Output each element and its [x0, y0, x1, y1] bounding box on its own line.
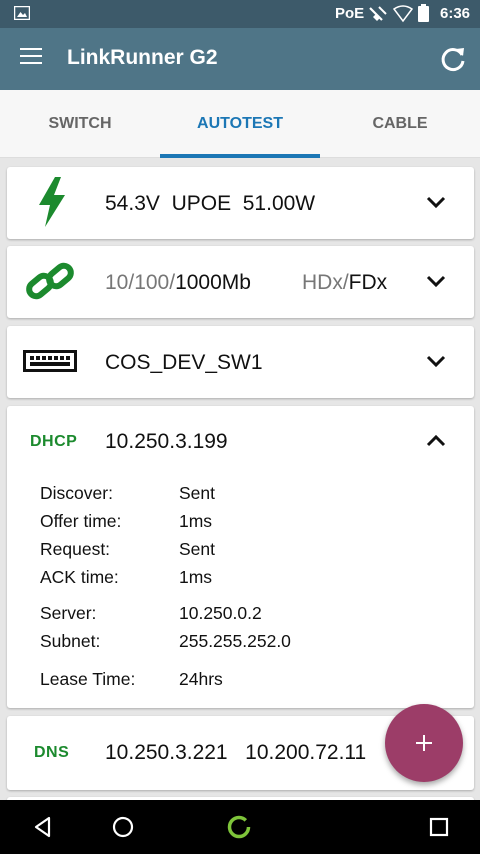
link-duplex-active: FDx	[348, 271, 388, 294]
chevron-down-icon[interactable]	[425, 273, 447, 289]
dhcp-row-subnet: Subnet: 255.255.252.0	[40, 631, 291, 651]
poe-wattage: 51.00W	[242, 192, 316, 215]
active-tab-indicator	[160, 154, 320, 158]
dns-servers: 10.250.3.221 10.200.72.11	[105, 741, 366, 765]
chevron-down-icon[interactable]	[425, 353, 447, 369]
chevron-up-icon[interactable]	[425, 433, 447, 449]
poe-class: UPOE	[171, 192, 232, 215]
add-button[interactable]	[385, 704, 463, 782]
tab-autotest[interactable]: AUTOTEST	[160, 90, 320, 158]
switch-name: COS_DEV_SW1	[105, 351, 263, 374]
link-speeds-available: 10/100/	[105, 271, 176, 294]
dhcp-row-server: Server: 10.250.0.2	[40, 603, 262, 623]
tab-switch[interactable]: SWITCH	[0, 90, 160, 158]
refresh-icon[interactable]	[438, 44, 468, 74]
poe-summary: 54.3V UPOE 51.00W	[105, 192, 315, 216]
back-icon[interactable]	[30, 814, 56, 840]
link-icon	[25, 259, 75, 310]
chevron-down-icon[interactable]	[425, 194, 447, 210]
recents-icon[interactable]	[426, 814, 452, 840]
dhcp-row-request: Request: Sent	[40, 539, 215, 559]
dhcp-row-discover: Discover: Sent	[40, 483, 215, 503]
wifi-icon	[392, 5, 414, 23]
poe-card[interactable]: 54.3V UPOE 51.00W	[7, 167, 474, 239]
link-speed-active: 1000Mb	[175, 271, 251, 294]
tab-cable[interactable]: CABLE	[320, 90, 480, 158]
app-title: LinkRunner G2	[67, 46, 218, 69]
poe-status: PoE	[335, 5, 365, 22]
switch-icon	[23, 350, 77, 377]
link-card[interactable]: 10/100/1000Mb HDx/FDx	[7, 246, 474, 318]
link-speed: 10/100/1000Mb	[105, 271, 251, 295]
lightning-icon	[37, 177, 67, 232]
gallery-notification-icon	[13, 5, 31, 25]
link-duplex: HDx/FDx	[302, 271, 387, 295]
app-status-icon[interactable]	[226, 814, 252, 840]
dhcp-row-offer-time: Offer time: 1ms	[40, 511, 213, 531]
dhcp-label: DHCP	[30, 433, 78, 450]
network-status-icons	[368, 4, 434, 29]
dhcp-card[interactable]: DHCP 10.250.3.199 Discover: Sent Offer ti…	[7, 406, 474, 708]
link-duplex-available: HDx/	[302, 271, 349, 294]
battery-icon	[418, 4, 429, 22]
tab-bar: SWITCH AUTOTEST CABLE	[0, 90, 480, 158]
poe-voltage: 54.3V	[105, 192, 160, 215]
dhcp-ip: 10.250.3.199	[105, 430, 228, 453]
status-bar: PoE 6:36	[0, 0, 480, 28]
dhcp-row-lease-time: Lease Time: 24hrs	[40, 669, 223, 689]
dns-primary: 10.250.3.221	[105, 741, 228, 764]
dhcp-row-ack-time: ACK time: 1ms	[40, 567, 213, 587]
home-icon[interactable]	[110, 814, 136, 840]
menu-icon[interactable]	[20, 48, 42, 66]
switch-card[interactable]: COS_DEV_SW1	[7, 326, 474, 398]
navigation-bar	[0, 800, 480, 854]
clock: 6:36	[440, 5, 471, 22]
app-bar: LinkRunner G2	[0, 28, 480, 90]
ethernet-icon	[369, 6, 387, 21]
dns-secondary: 10.200.72.11	[245, 741, 367, 764]
dns-label: DNS	[34, 744, 70, 761]
